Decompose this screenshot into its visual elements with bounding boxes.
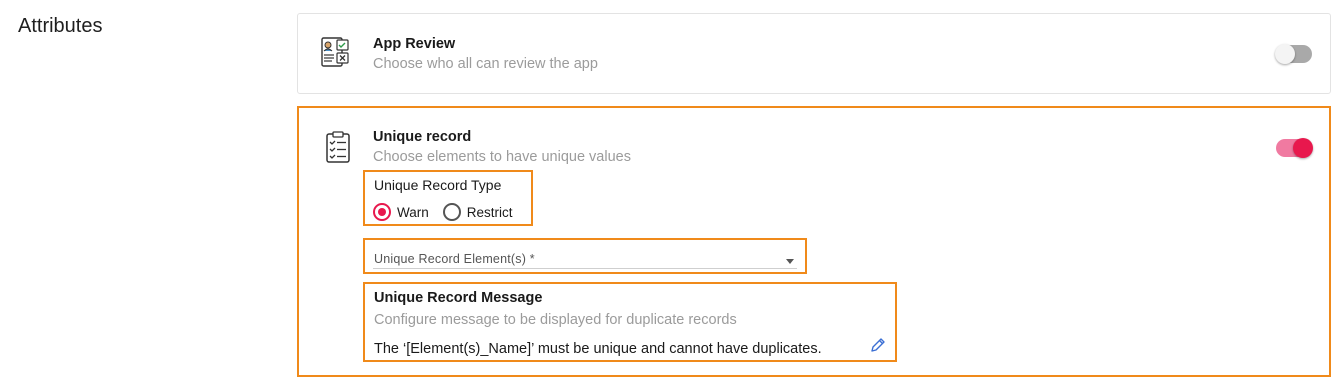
section-title: Attributes: [18, 15, 103, 37]
unique-record-type-label: Unique Record Type: [374, 177, 502, 193]
review-checklist-icon: [320, 36, 350, 70]
unique-record-message-title: Unique Record Message: [374, 290, 543, 306]
unique-record-toggle[interactable]: [1276, 138, 1313, 158]
app-review-title: App Review: [373, 36, 456, 52]
app-review-card: App Review Choose who all can review the…: [297, 13, 1331, 94]
unique-record-message-group: Unique Record Message Configure message …: [363, 282, 897, 362]
app-review-subtitle: Choose who all can review the app: [373, 56, 598, 72]
unique-record-type-group: Unique Record Type Warn Restrict: [363, 170, 533, 226]
unique-record-subtitle: Choose elements to have unique values: [373, 149, 631, 165]
radio-restrict-label[interactable]: Restrict: [467, 205, 513, 220]
radio-warn-label[interactable]: Warn: [397, 205, 429, 220]
unique-record-card: Unique record Choose elements to have un…: [297, 106, 1331, 377]
unique-record-type-options: Warn Restrict: [373, 203, 527, 221]
app-review-toggle[interactable]: [1275, 44, 1312, 64]
unique-record-message-text: The ‘[Element(s)_Name]’ must be unique a…: [374, 341, 822, 357]
clipboard-list-icon: [323, 130, 353, 164]
toggle-knob: [1293, 138, 1313, 158]
dropdown-underline: [373, 268, 797, 269]
unique-record-elements-dropdown[interactable]: Unique Record Element(s) *: [363, 238, 807, 274]
unique-record-title: Unique record: [373, 129, 472, 145]
pencil-edit-icon[interactable]: [869, 336, 887, 354]
caret-down-icon[interactable]: [786, 259, 794, 264]
radio-restrict[interactable]: [442, 203, 461, 221]
radio-warn[interactable]: [373, 203, 391, 221]
unique-record-message-subtitle: Configure message to be displayed for du…: [374, 312, 737, 328]
toggle-knob: [1275, 44, 1295, 64]
unique-record-elements-placeholder: Unique Record Element(s) *: [374, 252, 535, 266]
